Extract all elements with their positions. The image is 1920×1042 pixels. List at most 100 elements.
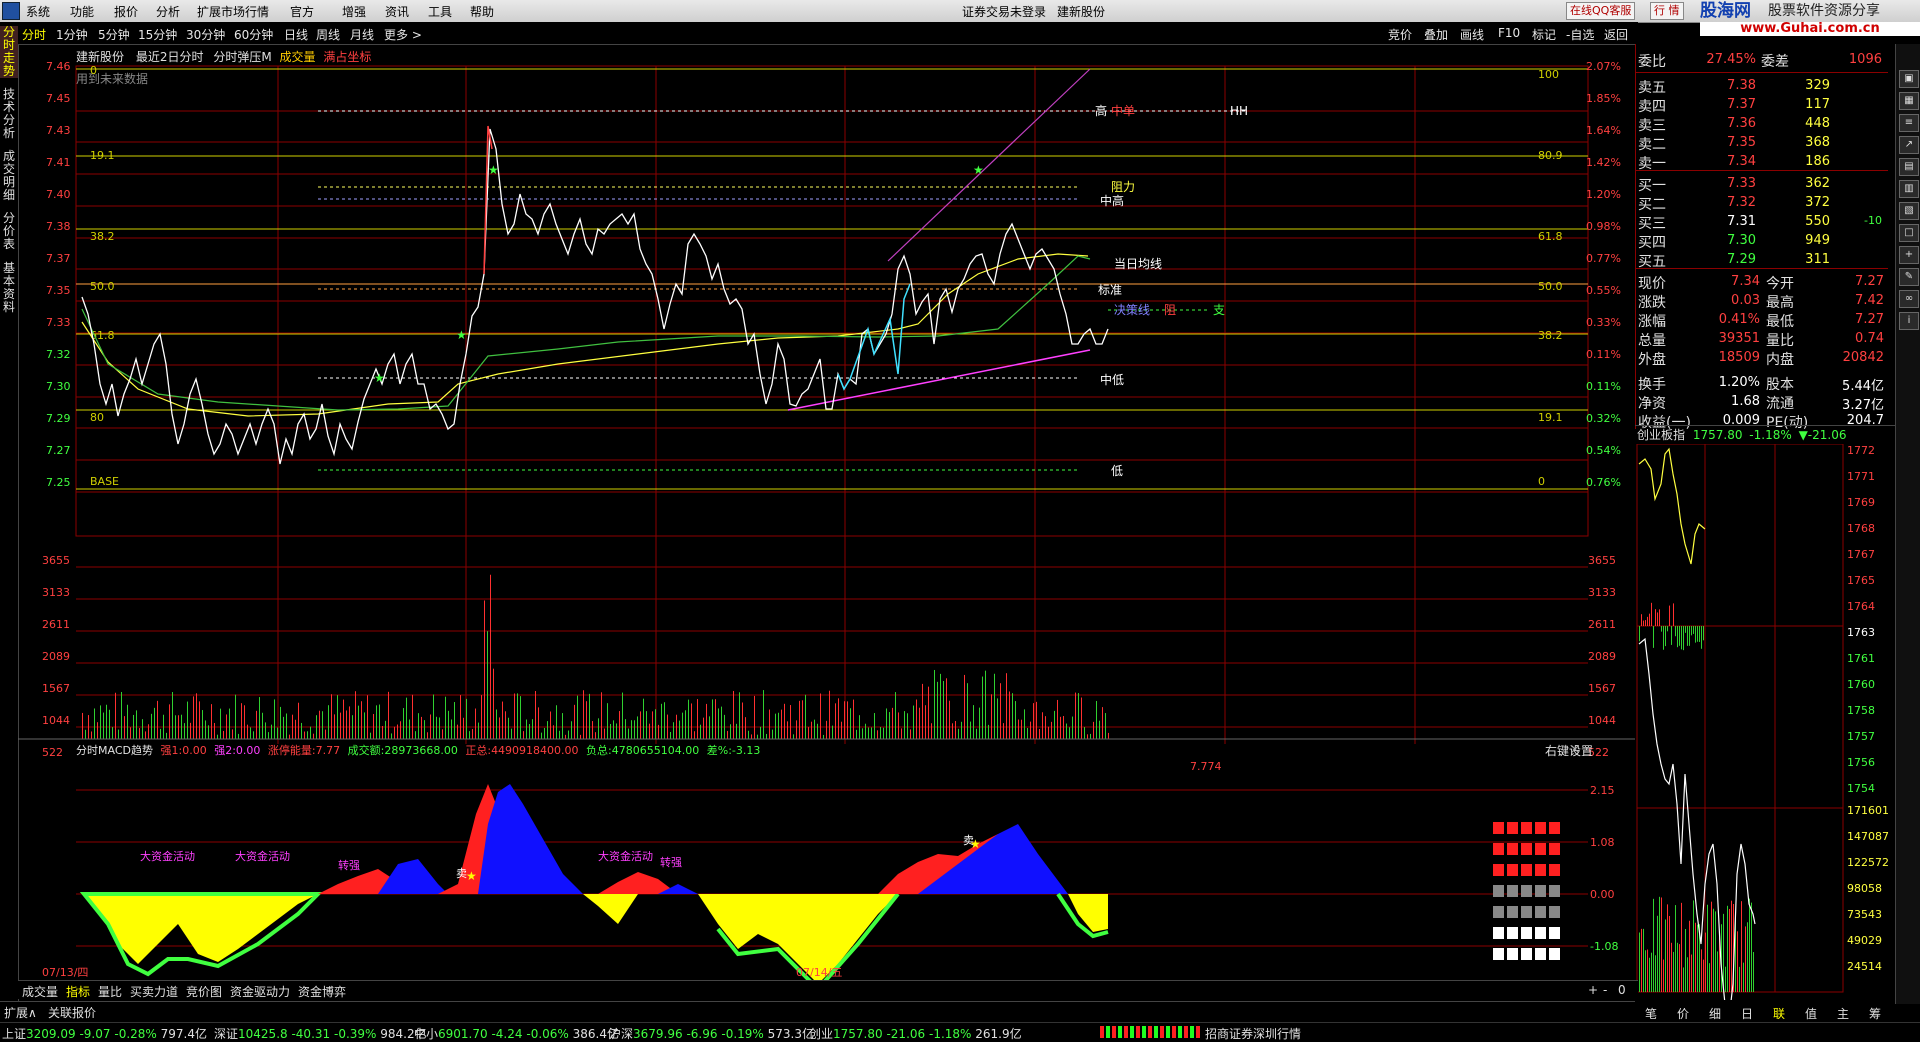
status-index[interactable]: 中小6901.70 -4.24 -0.06% 386.4亿 — [414, 1025, 619, 1042]
link-icon[interactable]: ∞ — [1899, 290, 1919, 308]
tool-auction[interactable]: 竞价 — [1388, 26, 1412, 43]
online-support-button[interactable]: 在线QQ客服 — [1566, 2, 1636, 20]
period-30min[interactable]: 30分钟 — [186, 26, 225, 43]
period-monthly[interactable]: 月线 — [350, 26, 374, 43]
tab-ticks[interactable]: 笔 — [1645, 1005, 1657, 1022]
period-5min[interactable]: 5分钟 — [98, 26, 130, 43]
tab-main[interactable]: 主 — [1837, 1005, 1849, 1022]
tab-fundamentals[interactable]: 基本资料 — [0, 262, 18, 314]
linked-quote-button[interactable]: 关联报价 — [48, 1004, 96, 1021]
period-60min[interactable]: 60分钟 — [234, 26, 273, 43]
zoom-reset-button[interactable]: 0 — [1618, 983, 1626, 997]
trend-icon[interactable]: ↗ — [1899, 136, 1919, 154]
volume-bar — [490, 574, 491, 739]
index-name[interactable]: 创业板指 — [1637, 428, 1685, 442]
tab-day[interactable]: 日 — [1741, 1005, 1753, 1022]
tool-watchlist[interactable]: -自选 — [1566, 26, 1594, 43]
menu-news[interactable]: 资讯 — [385, 3, 409, 20]
tab-price-table[interactable]: 分价表 — [0, 212, 18, 252]
sell-row[interactable]: 卖一 7.34 186 — [1636, 152, 1888, 172]
tab-chips[interactable]: 筹 — [1869, 1005, 1881, 1022]
tab-fund-drive[interactable]: 资金驱动力 — [230, 983, 290, 1000]
period-1min[interactable]: 1分钟 — [56, 26, 88, 43]
index-breadth-bar — [1701, 626, 1702, 649]
menu-system[interactable]: 系统 — [26, 3, 50, 20]
tab-detail[interactable]: 细 — [1709, 1005, 1721, 1022]
index-breadth-bar — [1647, 616, 1648, 626]
buy-row[interactable]: 买四 7.30 949 — [1636, 231, 1888, 251]
weibi-label: 委比 — [1638, 54, 1666, 70]
volume-bar — [976, 728, 977, 739]
macd-close-icon[interactable]: × — [1570, 742, 1580, 756]
macd-title[interactable]: 分时MACD趋势 — [76, 744, 153, 757]
quote-button[interactable]: 行 情 — [1650, 2, 1684, 20]
chart-icon[interactable]: ▤ — [1899, 158, 1919, 176]
volume-bar — [910, 729, 911, 739]
stat-value: 7.42 — [1855, 293, 1884, 308]
grid-icon[interactable]: ▦ — [1899, 92, 1919, 110]
tab-technical[interactable]: 技术分析 — [0, 88, 18, 140]
menu-official[interactable]: 官方 — [290, 3, 314, 20]
list-icon[interactable]: ≡ — [1899, 114, 1919, 132]
zoom-in-button[interactable]: + — [1588, 983, 1598, 997]
tab-buy-sell-force[interactable]: 买卖力道 — [130, 983, 178, 1000]
tool-mark[interactable]: 标记 — [1532, 26, 1556, 43]
tab-volume[interactable]: 成交量 — [22, 983, 58, 1000]
index-mini-chart[interactable]: 1772 1771 1769 1768 1767 1765 1764 1763 … — [1635, 444, 1895, 1000]
period-15min[interactable]: 15分钟 — [138, 26, 177, 43]
plus-icon[interactable]: + — [1899, 246, 1919, 264]
sell-row[interactable]: 卖二 7.35 368 — [1636, 133, 1888, 153]
period-intraday[interactable]: 分时 — [22, 26, 46, 43]
sell-row[interactable]: 卖五 7.38 329 — [1636, 76, 1888, 96]
table-icon[interactable]: ▥ — [1899, 180, 1919, 198]
sell-row[interactable]: 卖四 7.37 117 — [1636, 95, 1888, 115]
period-more[interactable]: 更多 > — [384, 26, 422, 43]
period-weekly[interactable]: 周线 — [316, 26, 340, 43]
volume-bar — [916, 699, 917, 739]
info-icon[interactable]: i — [1899, 312, 1919, 330]
tool-f10[interactable]: F10 — [1498, 26, 1520, 40]
status-index[interactable]: 上证3209.09 -9.07 -0.28% 797.4亿 — [2, 1025, 207, 1042]
buy-row[interactable]: 买二 7.32 372 — [1636, 193, 1888, 213]
menu-tools[interactable]: 工具 — [428, 3, 452, 20]
tool-back[interactable]: 返回 — [1604, 26, 1628, 43]
menu-ext-market[interactable]: 扩展市场行情 — [197, 3, 269, 20]
period-daily[interactable]: 日线 — [284, 26, 308, 43]
window-icon[interactable]: □ — [1899, 224, 1919, 242]
menu-function[interactable]: 功能 — [70, 3, 94, 20]
zoom-out-button[interactable]: - — [1603, 983, 1607, 997]
login-status[interactable]: 证券交易未登录 — [962, 3, 1046, 20]
volume-bar — [988, 724, 989, 739]
tab-volume-ratio[interactable]: 量比 — [98, 983, 122, 1000]
note-icon[interactable]: ✎ — [1899, 268, 1919, 286]
tab-trade-detail[interactable]: 成交明细 — [0, 150, 18, 202]
buy-row[interactable]: 买一 7.33 362 — [1636, 174, 1888, 194]
volume-bar — [361, 701, 362, 739]
buy-row[interactable]: 买三 7.31 550 -10 — [1636, 212, 1888, 232]
menu-enhance[interactable]: 增强 — [342, 3, 366, 20]
status-index[interactable]: 深证10425.8 -40.31 -0.39% 984.2亿 — [214, 1025, 427, 1042]
bar-icon[interactable]: ▧ — [1899, 202, 1919, 220]
tab-intraday[interactable]: 分时走势 — [0, 26, 18, 78]
tab-price[interactable]: 价 — [1677, 1005, 1689, 1022]
tool-draw[interactable]: 画线 — [1460, 26, 1484, 43]
intraday-chart[interactable]: 7.46 7.45 7.43 7.41 7.40 7.38 7.37 7.35 … — [18, 44, 1635, 980]
macd-settings[interactable]: 右键设置 — [1545, 742, 1593, 759]
tab-value[interactable]: 值 — [1805, 1005, 1817, 1022]
tab-linked[interactable]: 联 — [1773, 1005, 1785, 1022]
svg-text:1771: 1771 — [1847, 470, 1875, 483]
status-index[interactable]: 沪深3679.96 -6.96 -0.19% 573.3亿 — [609, 1025, 814, 1042]
tab-indicator[interactable]: 指标 — [66, 983, 90, 1000]
layout-icon[interactable]: ▣ — [1899, 70, 1919, 88]
expand-button[interactable]: 扩展∧ — [4, 1004, 37, 1021]
tab-fund-game[interactable]: 资金博弈 — [298, 983, 346, 1000]
tool-overlay[interactable]: 叠加 — [1424, 26, 1448, 43]
buy-row[interactable]: 买五 7.29 311 — [1636, 250, 1888, 270]
tab-auction-chart[interactable]: 竞价图 — [186, 983, 222, 1000]
macd-amount-value: 28973668.00 — [384, 744, 458, 757]
menu-quote[interactable]: 报价 — [114, 3, 138, 20]
sell-row[interactable]: 卖三 7.36 448 — [1636, 114, 1888, 134]
menu-help[interactable]: 帮助 — [470, 3, 494, 20]
status-index[interactable]: 创业1757.80 -21.06 -1.18% 261.9亿 — [809, 1025, 1022, 1042]
menu-analysis[interactable]: 分析 — [156, 3, 180, 20]
